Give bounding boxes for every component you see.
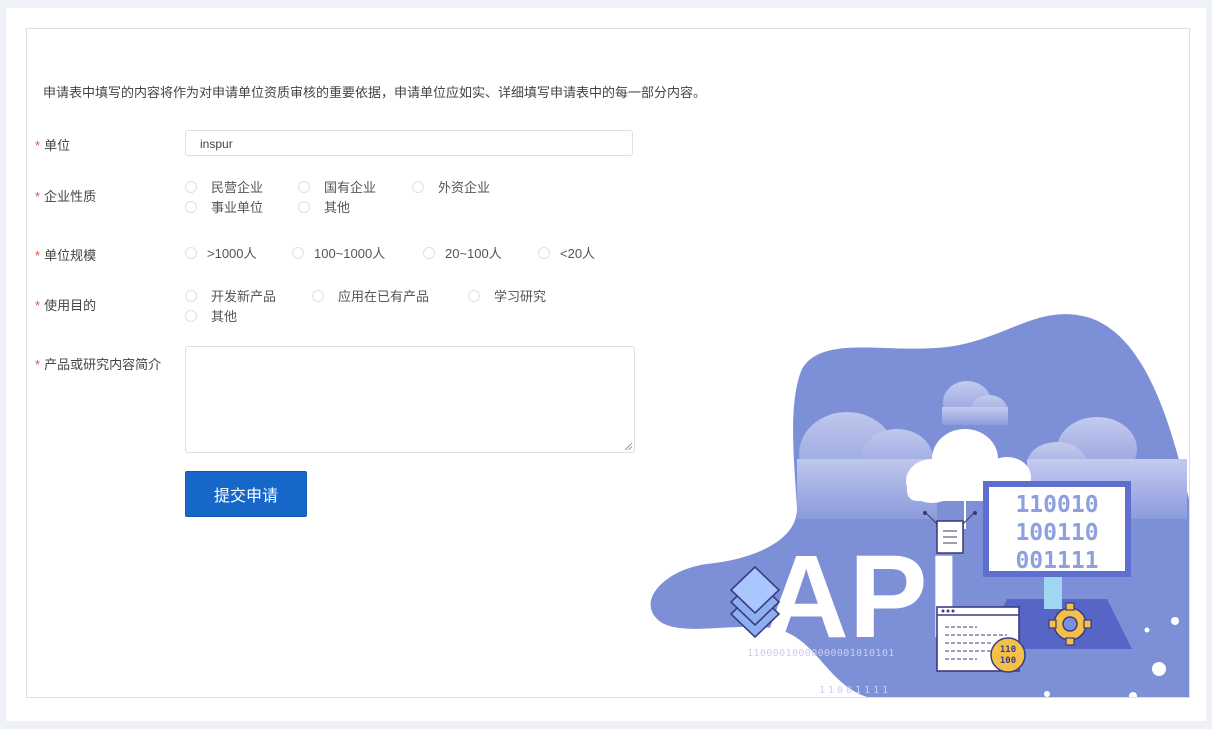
description-textarea[interactable] xyxy=(185,346,635,453)
radio-scale-100-1000[interactable]: 100~1000人 xyxy=(292,243,385,262)
radio-circle-icon xyxy=(185,200,197,213)
monitor-row-3: 001111 xyxy=(1015,548,1098,574)
radio-purpose-new-product[interactable]: 开发新产品 xyxy=(185,286,276,305)
radio-purpose-other[interactable]: 其他 xyxy=(185,306,237,325)
radio-circle-icon xyxy=(292,246,304,259)
radio-nature-private[interactable]: 民营企业 xyxy=(185,177,263,196)
resize-handle-icon[interactable] xyxy=(624,442,633,451)
radio-purpose-study[interactable]: 学习研究 xyxy=(468,286,546,305)
radio-circle-icon xyxy=(185,180,197,193)
purpose-label: * 使用目的 xyxy=(35,298,97,313)
required-mark: * xyxy=(35,248,41,263)
radio-circle-icon xyxy=(298,180,310,193)
radio-circle-icon xyxy=(312,289,324,302)
application-form-panel: 申请表中填写的内容将作为对申请单位资质审核的重要依据，申请单位应如实、详细填写申… xyxy=(26,28,1190,698)
radio-purpose-existing-product[interactable]: 应用在已有产品 xyxy=(312,286,429,305)
radio-circle-icon xyxy=(423,246,435,259)
binary-line-2: 11001111 xyxy=(819,685,891,696)
radio-circle-icon xyxy=(468,289,480,302)
api-text: API xyxy=(764,531,961,663)
required-mark: * xyxy=(35,138,41,153)
radio-nature-foreign[interactable]: 外资企业 xyxy=(412,177,490,196)
intro-text: 申请表中填写的内容将作为对申请单位资质审核的重要依据，申请单位应如实、详细填写申… xyxy=(43,85,707,100)
nature-label: * 企业性质 xyxy=(35,189,97,204)
radio-circle-icon xyxy=(298,200,310,213)
radio-circle-icon xyxy=(538,246,550,259)
unit-input-value: inspur xyxy=(200,137,233,151)
radio-circle-icon xyxy=(185,309,197,322)
radio-scale-20-100[interactable]: 20~100人 xyxy=(423,243,502,262)
radio-nature-state[interactable]: 国有企业 xyxy=(298,177,376,196)
radio-scale-under20[interactable]: <20人 xyxy=(538,243,595,262)
required-mark: * xyxy=(35,298,41,313)
required-mark: * xyxy=(35,189,41,204)
page-container: 申请表中填写的内容将作为对申请单位资质审核的重要依据，申请单位应如实、详细填写申… xyxy=(6,8,1206,721)
radio-circle-icon xyxy=(412,180,424,193)
radio-nature-other[interactable]: 其他 xyxy=(298,197,350,216)
radio-circle-icon xyxy=(185,246,197,259)
svg-text:110: 110 xyxy=(1000,645,1016,655)
unit-input[interactable]: inspur xyxy=(185,130,633,156)
monitor-row-1: 110010 xyxy=(1015,492,1098,518)
unit-label: * 单位 xyxy=(35,138,71,153)
binary-line-1: 11000010000000001010101 xyxy=(747,648,895,659)
binary-badge-icon: 110 100 xyxy=(990,637,1026,673)
description-label: * 产品或研究内容简介 xyxy=(35,357,162,372)
radio-scale-1000plus[interactable]: >1000人 xyxy=(185,243,257,262)
monitor-row-2: 100110 xyxy=(1015,520,1098,546)
required-mark: * xyxy=(35,357,41,372)
radio-nature-institution[interactable]: 事业单位 xyxy=(185,197,263,216)
api-illustration: 110010 100110 001111 API 110 100 1100001… xyxy=(650,314,1189,697)
scale-label: * 单位规模 xyxy=(35,248,97,263)
radio-circle-icon xyxy=(185,289,197,302)
submit-button[interactable]: 提交申请 xyxy=(185,471,307,517)
svg-text:100: 100 xyxy=(1000,656,1016,666)
